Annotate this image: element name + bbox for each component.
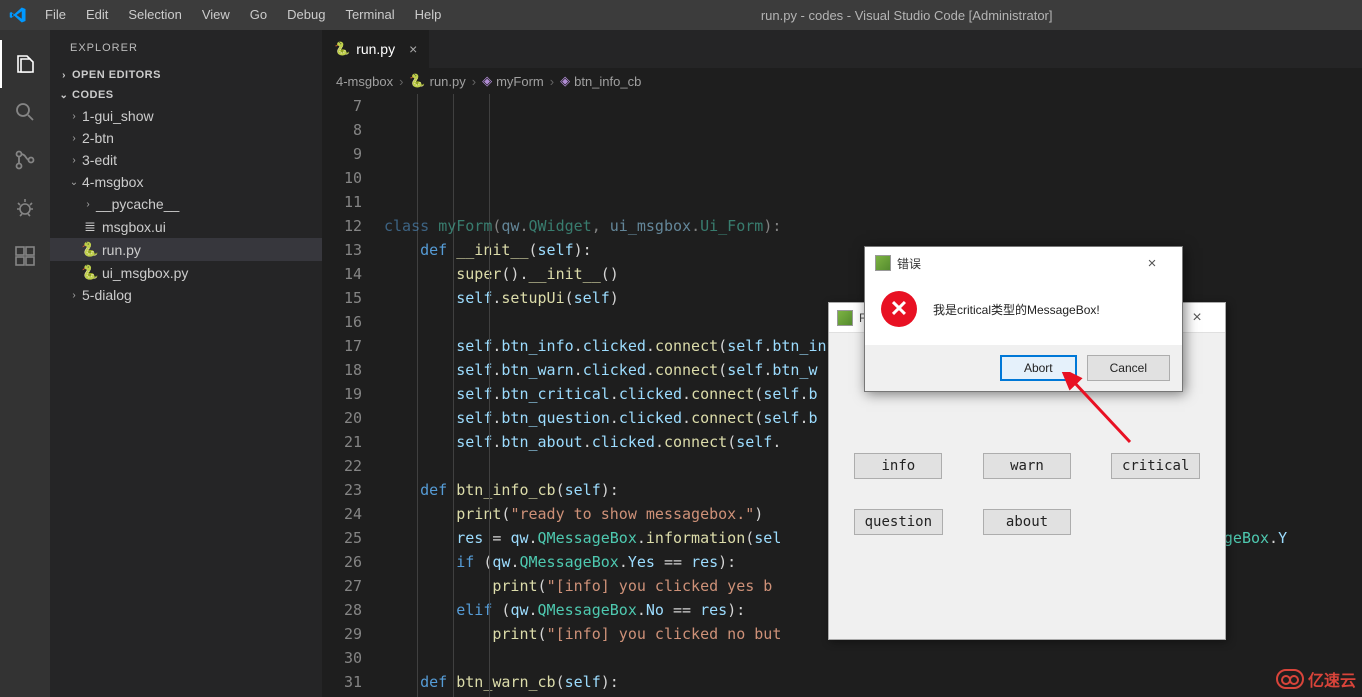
class-icon: ◈ xyxy=(482,73,492,89)
error-icon: ✕ xyxy=(881,291,917,327)
close-icon[interactable]: × xyxy=(1177,309,1217,327)
watermark: 亿速云 xyxy=(1276,667,1356,691)
file-run-py[interactable]: 🐍run.py xyxy=(50,238,322,261)
folder-3-edit[interactable]: ›3-edit xyxy=(50,149,322,171)
close-icon[interactable]: × xyxy=(409,41,417,57)
tab-label: run.py xyxy=(356,41,395,57)
menu-view[interactable]: View xyxy=(192,0,240,30)
menu-terminal[interactable]: Terminal xyxy=(335,0,404,30)
abort-button[interactable]: Abort xyxy=(1000,355,1077,381)
line-gutter: 7891011121314151617181920212223242526272… xyxy=(322,94,380,697)
error-messagebox: 错误 × ✕ 我是critical类型的MessageBox! Abort Ca… xyxy=(864,246,1183,392)
critical-button[interactable]: critical xyxy=(1111,453,1200,479)
folder-1-gui-show[interactable]: ›1-gui_show xyxy=(50,105,322,127)
warn-button[interactable]: warn xyxy=(983,453,1071,479)
menu-edit[interactable]: Edit xyxy=(76,0,118,30)
tab-run-py[interactable]: 🐍 run.py × xyxy=(322,30,429,68)
menu-help[interactable]: Help xyxy=(405,0,452,30)
vscode-logo-icon xyxy=(0,6,35,24)
watermark-icon xyxy=(1276,669,1304,689)
file-ui-msgbox-py[interactable]: 🐍ui_msgbox.py xyxy=(50,261,322,284)
folder-pycache[interactable]: ›__pycache__ xyxy=(50,193,322,215)
titlebar: File Edit Selection View Go Debug Termin… xyxy=(0,0,1362,30)
python-icon: 🐍 xyxy=(409,73,425,89)
close-icon[interactable]: × xyxy=(1132,255,1172,272)
source-control-icon[interactable] xyxy=(0,136,50,184)
menu-selection[interactable]: Selection xyxy=(118,0,191,30)
method-icon: ◈ xyxy=(560,73,570,89)
python-icon: 🐍 xyxy=(334,41,350,57)
tab-bar: 🐍 run.py × xyxy=(322,30,1362,68)
msgbox-titlebar[interactable]: 错误 × xyxy=(865,247,1182,279)
search-icon[interactable] xyxy=(0,88,50,136)
window-icon xyxy=(875,255,891,271)
folder-4-msgbox[interactable]: ⌄4-msgbox xyxy=(50,171,322,193)
explorer-icon[interactable] xyxy=(0,40,50,88)
cancel-button[interactable]: Cancel xyxy=(1087,355,1170,381)
question-button[interactable]: question xyxy=(854,509,943,535)
folder-2-btn[interactable]: ›2-btn xyxy=(50,127,322,149)
open-editors-section[interactable]: ›OPEN EDITORS xyxy=(50,65,322,85)
msgbox-title-text: 错误 xyxy=(897,255,921,272)
about-button[interactable]: about xyxy=(983,509,1071,535)
extensions-icon[interactable] xyxy=(0,232,50,280)
breadcrumb[interactable]: 4-msgbox› 🐍run.py› ◈myForm› ◈btn_info_cb xyxy=(322,68,1362,94)
folder-5-dialog[interactable]: ›5-dialog xyxy=(50,284,322,306)
file-msgbox-ui[interactable]: ≣msgbox.ui xyxy=(50,215,322,238)
activity-bar xyxy=(0,30,50,697)
workspace-section[interactable]: ⌄CODES xyxy=(50,85,322,105)
msgbox-text: 我是critical类型的MessageBox! xyxy=(933,301,1100,318)
menu-bar: File Edit Selection View Go Debug Termin… xyxy=(35,0,451,30)
menu-go[interactable]: Go xyxy=(240,0,277,30)
sidebar: EXPLORER ›OPEN EDITORS ⌄CODES ›1-gui_sho… xyxy=(50,30,322,697)
sidebar-title: EXPLORER xyxy=(50,30,322,65)
menu-debug[interactable]: Debug xyxy=(277,0,335,30)
window-icon xyxy=(837,310,853,326)
debug-icon[interactable] xyxy=(0,184,50,232)
menu-file[interactable]: File xyxy=(35,0,76,30)
info-button[interactable]: info xyxy=(854,453,942,479)
window-title: run.py - codes - Visual Studio Code [Adm… xyxy=(451,8,1362,23)
